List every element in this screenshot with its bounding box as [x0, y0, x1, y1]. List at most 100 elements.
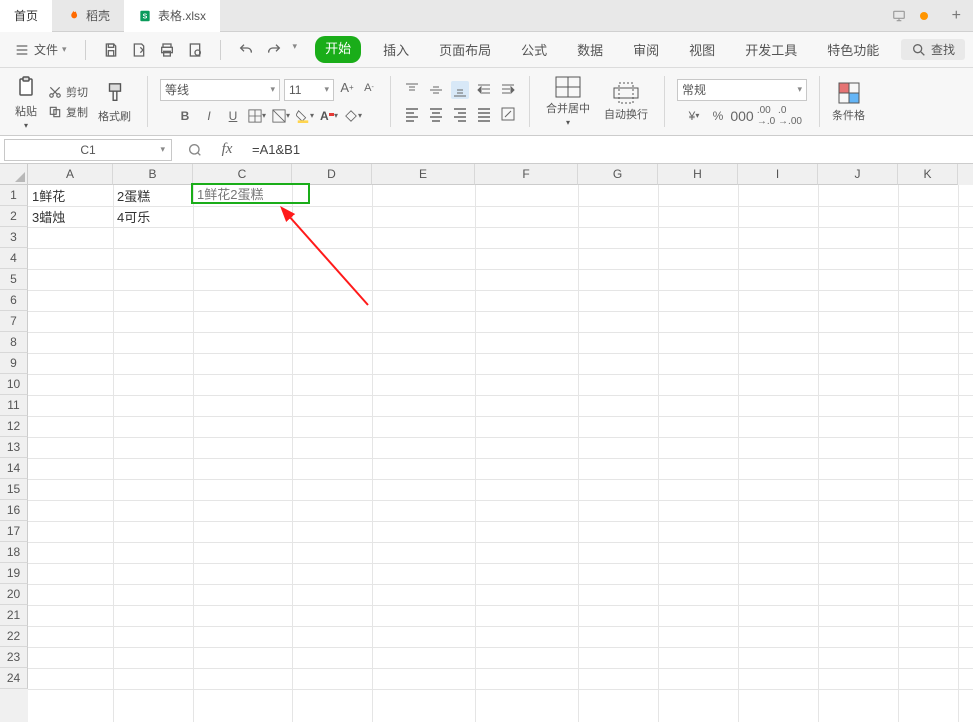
ribbon-tab-special[interactable]: 特色功能	[819, 36, 887, 63]
justify-icon[interactable]	[475, 105, 493, 123]
ribbon-tab-formula[interactable]: 公式	[513, 36, 555, 63]
align-bottom-icon[interactable]	[451, 81, 469, 99]
col-header[interactable]: I	[738, 164, 818, 185]
underline-icon[interactable]: U	[224, 107, 242, 125]
row-header[interactable]: 22	[0, 626, 28, 647]
copy-button[interactable]: 复制	[48, 104, 88, 120]
row-header[interactable]: 24	[0, 668, 28, 689]
align-right-icon[interactable]	[451, 105, 469, 123]
orientation-icon[interactable]	[499, 105, 517, 123]
app-menu-button[interactable]: 文件 ▾	[8, 41, 73, 58]
redo-icon[interactable]	[265, 41, 283, 59]
row-header[interactable]: 17	[0, 521, 28, 542]
row-header[interactable]: 16	[0, 500, 28, 521]
ribbon-tab-insert[interactable]: 插入	[375, 36, 417, 63]
indent-increase-icon[interactable]	[499, 81, 517, 99]
save-as-icon[interactable]	[130, 41, 148, 59]
conditional-format-button[interactable]: 条件格	[828, 72, 869, 131]
ribbon-tab-pagelayout[interactable]: 页面布局	[431, 36, 499, 63]
merge-center-button[interactable]: 合并居中▾	[542, 76, 594, 127]
dot-icon[interactable]	[920, 12, 928, 20]
tab-home[interactable]: 首页	[0, 0, 52, 32]
paste-button[interactable]: 粘贴▾	[10, 73, 42, 130]
ribbon-tab-start[interactable]: 开始	[315, 36, 361, 63]
column-headers[interactable]: ABCDEFGHIJK	[28, 164, 973, 185]
bold-icon[interactable]: B	[176, 107, 194, 125]
col-header[interactable]: B	[113, 164, 193, 185]
cells-area[interactable]: 1鲜花2蛋糕3蜡烛4可乐 1鲜花2蛋糕	[28, 185, 973, 722]
name-box[interactable]: C1 ▾	[4, 139, 172, 161]
search-button[interactable]: 查找	[901, 39, 965, 60]
align-left-icon[interactable]	[403, 105, 421, 123]
grow-font-icon[interactable]: A+	[338, 79, 356, 97]
ribbon-tab-view[interactable]: 视图	[681, 36, 723, 63]
save-icon[interactable]	[102, 41, 120, 59]
formula-input[interactable]: =A1&B1	[246, 142, 973, 157]
row-header[interactable]: 14	[0, 458, 28, 479]
col-header[interactable]: A	[28, 164, 113, 185]
undo-icon[interactable]	[237, 41, 255, 59]
italic-icon[interactable]: I	[200, 107, 218, 125]
screen-icon[interactable]	[892, 9, 906, 23]
col-header[interactable]: C	[193, 164, 292, 185]
row-header[interactable]: 6	[0, 290, 28, 311]
wrap-text-button[interactable]: 自动换行	[600, 82, 652, 122]
format-painter-button[interactable]: 格式刷	[94, 80, 135, 124]
decrease-decimal-icon[interactable]: .0→.00	[781, 107, 799, 125]
col-header[interactable]: K	[898, 164, 958, 185]
new-tab-button[interactable]: +	[940, 7, 973, 25]
row-header[interactable]: 9	[0, 353, 28, 374]
row-header[interactable]: 19	[0, 563, 28, 584]
cell-style-icon[interactable]: ▾	[272, 107, 290, 125]
cell[interactable]: 4可乐	[113, 206, 193, 227]
row-header[interactable]: 10	[0, 374, 28, 395]
number-format-combo[interactable]: 常规▾	[677, 79, 807, 101]
row-header[interactable]: 20	[0, 584, 28, 605]
fx-icon[interactable]: fx	[218, 141, 236, 159]
ribbon-tab-review[interactable]: 审阅	[625, 36, 667, 63]
percent-icon[interactable]: %	[709, 107, 727, 125]
comma-icon[interactable]: 000	[733, 107, 751, 125]
col-header[interactable]: D	[292, 164, 372, 185]
increase-decimal-icon[interactable]: .00→.0	[757, 107, 775, 125]
cell[interactable]: 2蛋糕	[113, 185, 193, 206]
print-preview-icon[interactable]	[186, 41, 204, 59]
cell[interactable]: 3蜡烛	[28, 206, 113, 227]
col-header[interactable]: F	[475, 164, 578, 185]
cell[interactable]: 1鲜花	[28, 185, 113, 206]
row-header[interactable]: 7	[0, 311, 28, 332]
indent-decrease-icon[interactable]	[475, 81, 493, 99]
font-name-combo[interactable]: 等线▾	[160, 79, 280, 101]
row-header[interactable]: 21	[0, 605, 28, 626]
tab-daoke[interactable]: 稻壳	[52, 0, 124, 32]
ribbon-tab-data[interactable]: 数据	[569, 36, 611, 63]
shrink-font-icon[interactable]: A-	[360, 79, 378, 97]
fill-color-icon[interactable]: ▾	[296, 107, 314, 125]
cut-button[interactable]: 剪切	[48, 84, 88, 100]
cancel-formula-icon[interactable]	[186, 141, 204, 159]
tab-file[interactable]: S 表格.xlsx	[124, 0, 220, 32]
row-headers[interactable]: 123456789101112131415161718192021222324	[0, 185, 28, 722]
font-size-combo[interactable]: 11▾	[284, 79, 334, 101]
select-all-corner[interactable]	[0, 164, 28, 185]
col-header[interactable]: G	[578, 164, 658, 185]
row-header[interactable]: 23	[0, 647, 28, 668]
spreadsheet-grid[interactable]: ABCDEFGHIJK 1234567891011121314151617181…	[0, 164, 973, 722]
align-middle-icon[interactable]	[427, 81, 445, 99]
row-header[interactable]: 13	[0, 437, 28, 458]
row-header[interactable]: 8	[0, 332, 28, 353]
align-top-icon[interactable]	[403, 81, 421, 99]
col-header[interactable]: E	[372, 164, 475, 185]
borders-icon[interactable]: ▾	[248, 107, 266, 125]
col-header[interactable]: H	[658, 164, 738, 185]
row-header[interactable]: 2	[0, 206, 28, 227]
row-header[interactable]: 1	[0, 185, 28, 206]
row-header[interactable]: 18	[0, 542, 28, 563]
row-header[interactable]: 12	[0, 416, 28, 437]
row-header[interactable]: 5	[0, 269, 28, 290]
row-header[interactable]: 15	[0, 479, 28, 500]
row-header[interactable]: 3	[0, 227, 28, 248]
currency-icon[interactable]: ¥▾	[685, 107, 703, 125]
font-color-icon[interactable]: A▾	[320, 107, 338, 125]
row-header[interactable]: 4	[0, 248, 28, 269]
